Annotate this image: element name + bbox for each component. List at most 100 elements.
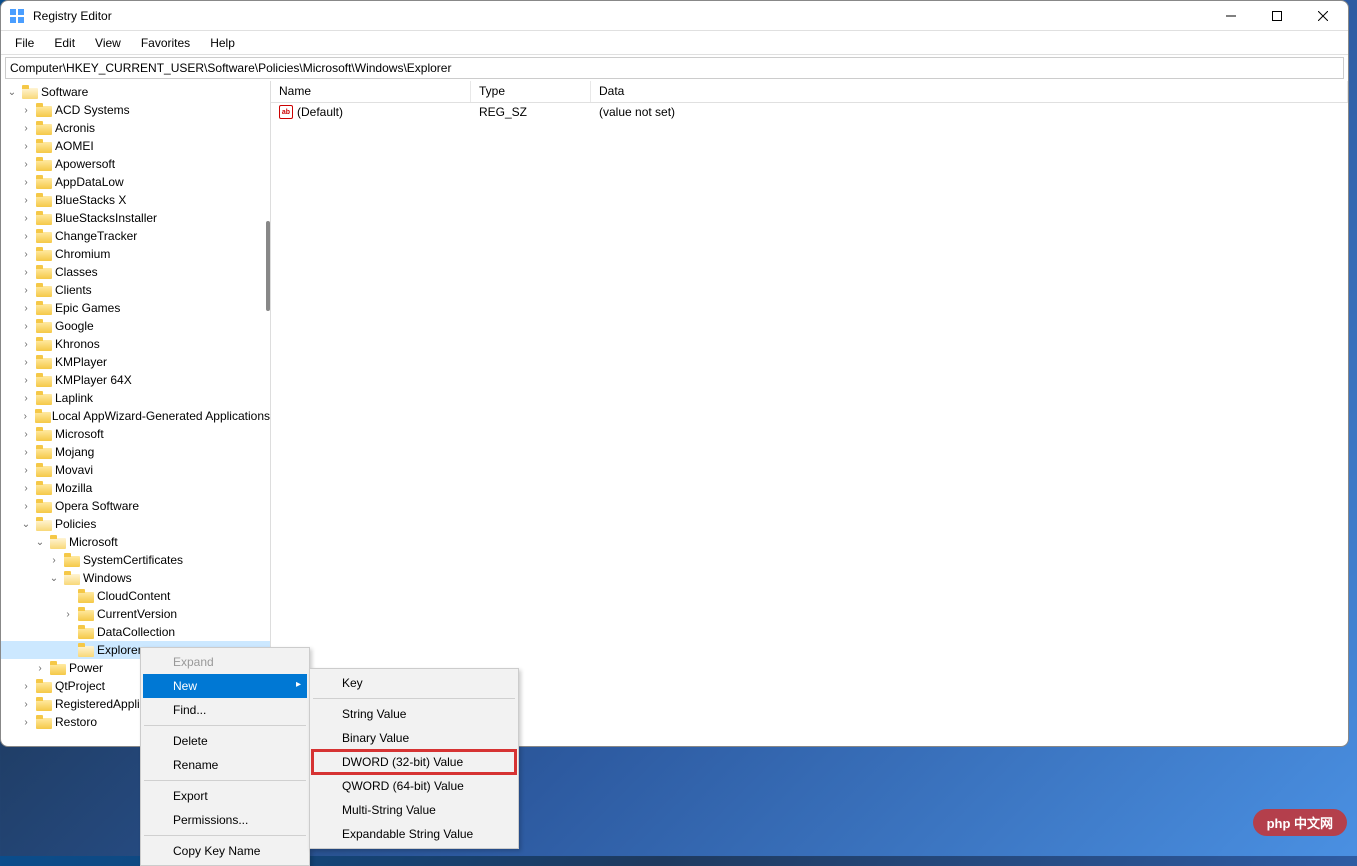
expander-icon[interactable]: › (19, 121, 33, 135)
sub-dword-32-bit-value[interactable]: DWORD (32-bit) Value (312, 750, 516, 774)
column-data[interactable]: Data (591, 81, 1348, 102)
expander-icon[interactable]: › (19, 715, 33, 729)
tree-node-policies[interactable]: ⌄Policies (1, 515, 270, 533)
menu-edit[interactable]: Edit (44, 33, 85, 53)
tree-node-khronos[interactable]: ›Khronos (1, 335, 270, 353)
tree-node-mozilla[interactable]: ›Mozilla (1, 479, 270, 497)
expander-icon[interactable]: › (19, 409, 32, 423)
tree-node-appdatalow[interactable]: ›AppDataLow (1, 173, 270, 191)
sub-binary-value[interactable]: Binary Value (312, 726, 516, 750)
menu-help[interactable]: Help (200, 33, 245, 53)
sub-expandable-string-value[interactable]: Expandable String Value (312, 822, 516, 846)
expander-icon[interactable]: › (19, 193, 33, 207)
expander-icon[interactable]: › (19, 157, 33, 171)
tree-node-laplink[interactable]: › Laplink (1, 389, 270, 407)
expander-icon[interactable]: › (19, 463, 33, 477)
tree-node-cloudcontent[interactable]: CloudContent (1, 587, 270, 605)
tree-node-systemcertificates[interactable]: ›SystemCertificates (1, 551, 270, 569)
tree-node-changetracker[interactable]: ›ChangeTracker (1, 227, 270, 245)
tree-node-clients[interactable]: ›Clients (1, 281, 270, 299)
column-name[interactable]: Name (271, 81, 471, 102)
expander-icon[interactable]: › (19, 301, 33, 315)
tree-node-kmplayer[interactable]: ›KMPlayer (1, 353, 270, 371)
expander-icon[interactable]: ⌄ (19, 517, 33, 531)
tree-node-kmplayer-64x[interactable]: ›KMPlayer 64X (1, 371, 270, 389)
expander-icon[interactable]: › (19, 229, 33, 243)
list-row[interactable]: ab(Default)REG_SZ(value not set) (271, 103, 1348, 121)
expander-icon[interactable]: › (19, 697, 33, 711)
minimize-button[interactable] (1208, 1, 1254, 31)
expander-icon[interactable]: › (19, 175, 33, 189)
tree-node-mojang[interactable]: ›Mojang (1, 443, 270, 461)
ctx-rename[interactable]: Rename (143, 753, 307, 777)
expander-icon[interactable]: › (19, 427, 33, 441)
close-button[interactable] (1300, 1, 1346, 31)
expander-icon[interactable]: › (19, 247, 33, 261)
tree-node-movavi[interactable]: ›Movavi (1, 461, 270, 479)
menu-file[interactable]: File (5, 33, 44, 53)
menu-view[interactable]: View (85, 33, 131, 53)
expander-icon[interactable]: › (19, 283, 33, 297)
expander-icon[interactable]: › (19, 103, 33, 117)
tree-label: Laplink (55, 391, 93, 405)
expander-icon[interactable]: › (19, 391, 33, 405)
tree-node-bluestacksinstaller[interactable]: ›BlueStacksInstaller (1, 209, 270, 227)
column-type[interactable]: Type (471, 81, 591, 102)
expander-icon[interactable]: › (19, 445, 33, 459)
tree-node-currentversion[interactable]: ›CurrentVersion (1, 605, 270, 623)
sub-string-value[interactable]: String Value (312, 702, 516, 726)
tree-node-windows[interactable]: ⌄Windows (1, 569, 270, 587)
tree-node-opera-software[interactable]: ›Opera Software (1, 497, 270, 515)
tree-node-apowersoft[interactable]: ›Apowersoft (1, 155, 270, 173)
titlebar[interactable]: Registry Editor (1, 1, 1348, 31)
expander-icon[interactable]: ⌄ (33, 535, 47, 549)
tree-node-aomei[interactable]: ›AOMEI (1, 137, 270, 155)
tree-node-google[interactable]: ›Google (1, 317, 270, 335)
menu-favorites[interactable]: Favorites (131, 33, 200, 53)
tree-node-microsoft[interactable]: ⌄Microsoft (1, 533, 270, 551)
tree-node-microsoft[interactable]: ›Microsoft (1, 425, 270, 443)
tree-node-chromium[interactable]: ›Chromium (1, 245, 270, 263)
expander-icon[interactable]: › (19, 337, 33, 351)
expander-icon[interactable]: › (19, 679, 33, 693)
expander-icon[interactable]: ⌄ (5, 85, 19, 99)
expander-icon[interactable]: › (19, 481, 33, 495)
expander-icon[interactable]: › (19, 211, 33, 225)
expander-icon[interactable]: › (19, 319, 33, 333)
expander-icon[interactable] (61, 625, 75, 639)
ctx-new[interactable]: New (143, 674, 307, 698)
tree-node-epic-games[interactable]: ›Epic Games (1, 299, 270, 317)
expander-icon[interactable]: › (61, 607, 75, 621)
expander-icon[interactable]: ⌄ (47, 571, 61, 585)
expander-icon[interactable]: › (19, 265, 33, 279)
ctx-permissions-[interactable]: Permissions... (143, 808, 307, 832)
tree-node-software[interactable]: ⌄Software (1, 83, 270, 101)
context-menu[interactable]: ExpandNewFind...DeleteRenameExportPermis… (140, 647, 310, 866)
expander-icon[interactable]: › (19, 499, 33, 513)
tree-node-acd-systems[interactable]: ›ACD Systems (1, 101, 270, 119)
ctx-copy-key-name[interactable]: Copy Key Name (143, 839, 307, 863)
tree-node-datacollection[interactable]: DataCollection (1, 623, 270, 641)
tree-node-classes[interactable]: ›Classes (1, 263, 270, 281)
expander-icon[interactable]: › (33, 661, 47, 675)
sub-key[interactable]: Key (312, 671, 516, 695)
tree-node-local-appwizard-generated-applications[interactable]: ›Local AppWizard-Generated Applications (1, 407, 270, 425)
expander-icon[interactable] (61, 589, 75, 603)
maximize-button[interactable] (1254, 1, 1300, 31)
scrollbar-thumb[interactable] (266, 221, 270, 311)
sub-qword-64-bit-value[interactable]: QWORD (64-bit) Value (312, 774, 516, 798)
expander-icon[interactable]: › (19, 355, 33, 369)
address-bar[interactable]: Computer\HKEY_CURRENT_USER\Software\Poli… (5, 57, 1344, 79)
expander-icon[interactable]: › (47, 553, 61, 567)
sub-multi-string-value[interactable]: Multi-String Value (312, 798, 516, 822)
expander-icon[interactable] (61, 643, 75, 657)
expander-icon[interactable]: › (19, 139, 33, 153)
folder-icon (36, 229, 52, 243)
ctx-export[interactable]: Export (143, 784, 307, 808)
new-submenu[interactable]: Key String ValueBinary ValueDWORD (32-bit… (309, 668, 519, 849)
tree-node-acronis[interactable]: ›Acronis (1, 119, 270, 137)
tree-node-bluestacks-x[interactable]: ›BlueStacks X (1, 191, 270, 209)
expander-icon[interactable]: › (19, 373, 33, 387)
ctx-delete[interactable]: Delete (143, 729, 307, 753)
ctx-find-[interactable]: Find... (143, 698, 307, 722)
